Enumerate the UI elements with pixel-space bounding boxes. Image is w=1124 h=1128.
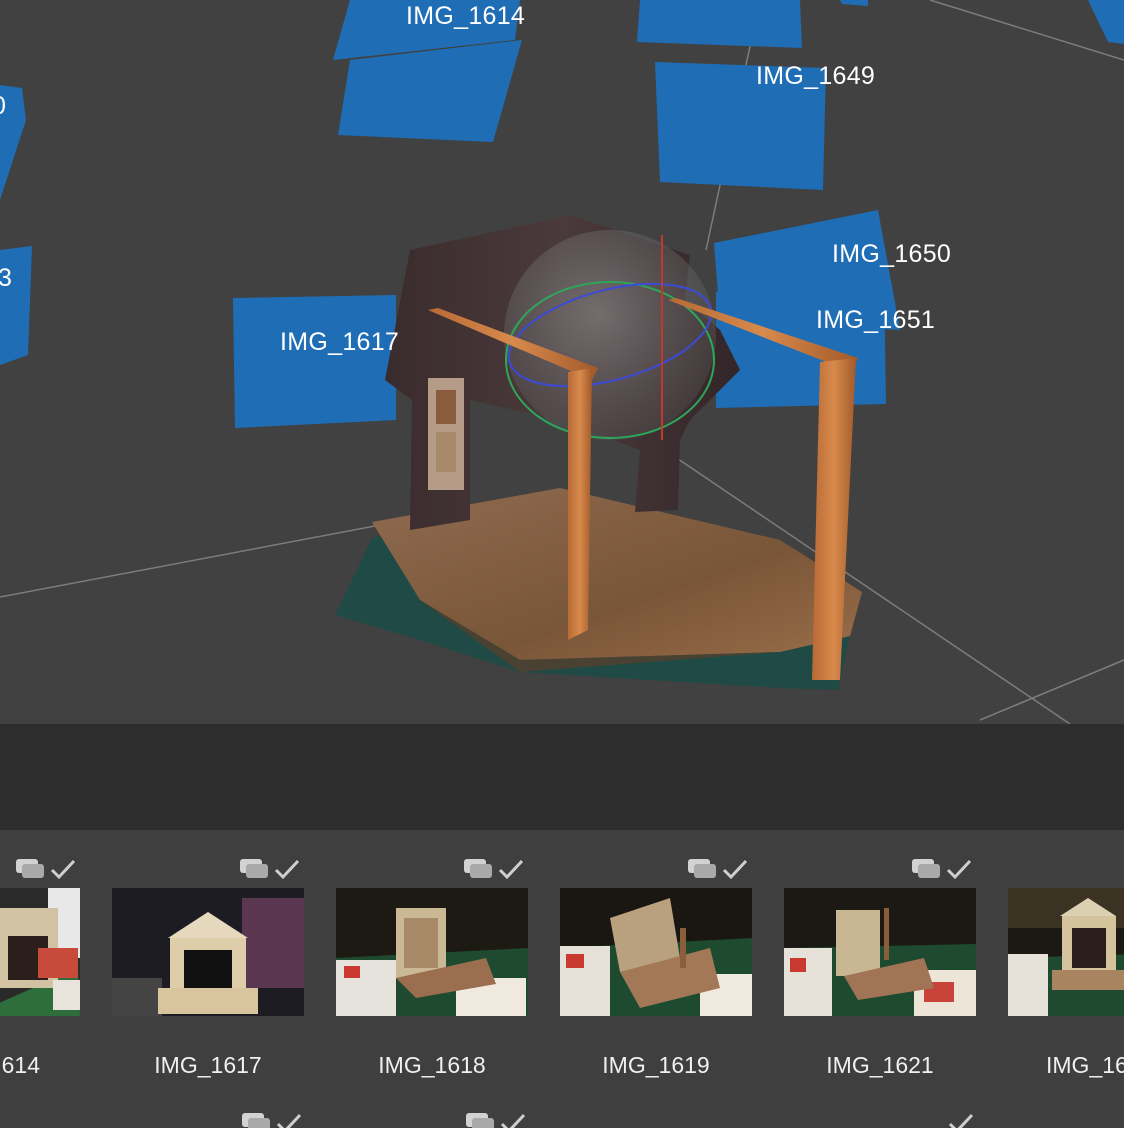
stack-icon: [466, 1113, 494, 1128]
check-icon: [274, 859, 300, 880]
thumbnail-label: IMG_1618: [378, 1052, 486, 1078]
3d-viewport[interactable]: IMG_1614 IMG_1649 IMG_1650 IMG_1651 IMG_…: [0, 0, 1124, 724]
camera-label-img-1614[interactable]: IMG_1614: [406, 2, 525, 31]
thumbnail-image[interactable]: [1008, 888, 1124, 1016]
camera-label-img-1649[interactable]: IMG_1649: [756, 62, 875, 91]
stack-icon: [16, 859, 44, 878]
check-icon: [948, 1113, 974, 1128]
camera-frame-img-1649-top: [637, 0, 802, 48]
thumbnail-label: IMG_1621: [826, 1052, 934, 1078]
check-icon: [722, 859, 748, 880]
stack-icon: [688, 859, 716, 878]
thumbnail-label: IMG_16: [1046, 1052, 1124, 1078]
thumbnail-image[interactable]: [784, 888, 976, 1016]
thumbnail-item[interactable]: IMG_1619: [560, 830, 752, 1128]
thumbnail-image[interactable]: [112, 888, 304, 1016]
camera-label-partial-1[interactable]: 0: [0, 92, 6, 121]
thumbnail-label: IMG_1617: [154, 1052, 262, 1078]
check-icon: [276, 1113, 302, 1128]
panel-divider: [0, 724, 1124, 830]
thumbnail-item[interactable]: IMG_1617: [112, 830, 304, 1128]
check-icon: [498, 859, 524, 880]
camera-label-img-1650[interactable]: IMG_1650: [832, 240, 951, 269]
camera-label-partial-2[interactable]: 3: [0, 264, 12, 293]
thumbnail-item[interactable]: IMG_16: [1008, 830, 1124, 1128]
status-indicators-row2: [242, 1113, 302, 1128]
status-indicators: [912, 859, 972, 880]
status-indicators: [16, 859, 76, 880]
status-indicators-row2: [466, 1113, 526, 1128]
thumbnail-item[interactable]: IMG_1621: [784, 830, 976, 1128]
check-icon: [946, 859, 972, 880]
thumbnail-image[interactable]: [336, 888, 528, 1016]
thumbnail-item[interactable]: IMG_1618: [336, 830, 528, 1128]
status-indicators-row2: [948, 1113, 974, 1128]
thumbnail-image[interactable]: [0, 888, 80, 1016]
status-indicators: [688, 859, 748, 880]
thumbnail-item[interactable]: 614: [0, 830, 80, 1128]
stack-icon: [242, 1113, 270, 1128]
stack-icon: [464, 859, 492, 878]
stack-icon: [240, 859, 268, 878]
status-indicators: [464, 859, 524, 880]
camera-label-img-1651[interactable]: IMG_1651: [816, 306, 935, 335]
check-icon: [500, 1113, 526, 1128]
thumbnail-label: 614: [1, 1052, 40, 1078]
check-icon: [50, 859, 76, 880]
status-indicators: [240, 859, 300, 880]
camera-label-img-1617[interactable]: IMG_1617: [280, 328, 399, 357]
image-browser-strip[interactable]: 614 IMG_1617 IMG_1618 IMG_1619 IMG_1621 …: [0, 830, 1124, 1128]
camera-frame-img-1617: [233, 295, 396, 428]
stack-icon: [912, 859, 940, 878]
scene-canvas[interactable]: [0, 0, 1124, 724]
thumbnail-image[interactable]: [560, 888, 752, 1016]
thumbnail-label: IMG_1619: [602, 1052, 710, 1078]
